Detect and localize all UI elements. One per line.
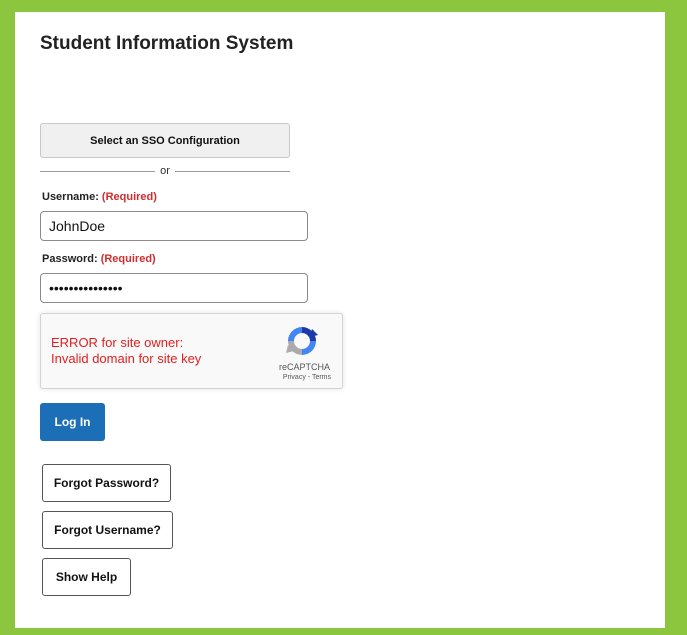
recaptcha-links: Privacy - Terms [283, 374, 331, 381]
password-input[interactable] [40, 273, 308, 303]
recaptcha-error-message: ERROR for site owner: Invalid domain for… [51, 335, 201, 367]
recaptcha-privacy-link[interactable]: Privacy [283, 374, 306, 381]
divider-or-text: or [160, 165, 170, 177]
log-in-button[interactable]: Log In [40, 403, 105, 441]
username-input[interactable] [40, 211, 308, 241]
recaptcha-logo-icon [286, 327, 318, 355]
forgot-password-button[interactable]: Forgot Password? [42, 464, 171, 502]
divider-line-right [174, 170, 290, 172]
password-label-text: Password: [42, 253, 98, 265]
or-divider: or [40, 164, 290, 178]
recaptcha-error-line2: Invalid domain for site key [51, 351, 202, 366]
recaptcha-brand-text: reCAPTCHA [278, 362, 330, 372]
password-label: Password: (Required) [42, 253, 156, 265]
recaptcha-error-line1: ERROR for site owner: [51, 335, 184, 350]
divider-line-left [40, 170, 156, 172]
username-label-text: Username: [42, 191, 99, 203]
password-required-text: (Required) [100, 253, 156, 265]
recaptcha-widget: ERROR for site owner: Invalid domain for… [40, 313, 343, 389]
sso-configuration-button[interactable]: Select an SSO Configuration [40, 123, 290, 158]
login-panel: Student Information System Select an SSO… [15, 12, 665, 628]
forgot-username-button[interactable]: Forgot Username? [42, 511, 173, 549]
username-required-text: (Required) [101, 191, 157, 203]
username-label: Username: (Required) [42, 191, 157, 203]
recaptcha-terms-link[interactable]: Terms [312, 374, 331, 381]
page-title: Student Information System [40, 33, 294, 54]
show-help-button[interactable]: Show Help [42, 558, 131, 596]
